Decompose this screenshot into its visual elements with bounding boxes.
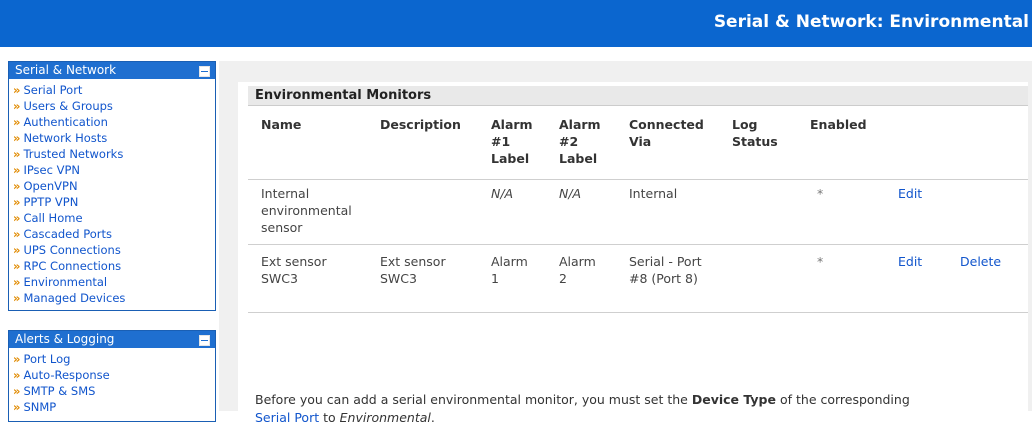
- cell-description: Ext sensor SWC3: [380, 254, 446, 286]
- double-chevron-right-icon: »: [13, 243, 21, 257]
- sidebar-item-ups-connections[interactable]: » UPS Connections: [13, 242, 215, 258]
- column-header-alarm1: Alarm #1 Label: [491, 117, 533, 166]
- nav-section-header[interactable]: Alerts & Logging: [9, 331, 215, 348]
- double-chevron-right-icon: »: [13, 259, 21, 273]
- sidebar-item-call-home[interactable]: » Call Home: [13, 210, 215, 226]
- collapse-icon[interactable]: [199, 335, 210, 346]
- double-chevron-right-icon: »: [13, 163, 21, 177]
- column-header-log-status: Log Status: [732, 117, 778, 149]
- row-divider: [248, 179, 1028, 180]
- double-chevron-right-icon: »: [13, 99, 21, 113]
- cell-alarm1: Alarm 1: [491, 254, 528, 286]
- nav-section-title: Alerts & Logging: [15, 332, 115, 346]
- sidebar-item-port-log[interactable]: » Port Log: [13, 351, 215, 367]
- help-note: Before you can add a serial environmenta…: [255, 392, 910, 425]
- column-header-connected-via: Connected Via: [629, 117, 704, 149]
- sidebar-item-network-hosts[interactable]: » Network Hosts: [13, 130, 215, 146]
- row-divider: [248, 244, 1028, 245]
- double-chevron-right-icon: »: [13, 115, 21, 129]
- nav-section-title: Serial & Network: [15, 63, 117, 77]
- double-chevron-right-icon: »: [13, 131, 21, 145]
- row-divider: [248, 312, 1028, 313]
- edit-link[interactable]: Edit: [898, 253, 922, 270]
- sidebar-item-auto-response[interactable]: » Auto-Response: [13, 367, 215, 383]
- content-panel: Environmental Monitors Name Description …: [238, 82, 1028, 425]
- serial-port-link[interactable]: Serial Port: [255, 410, 319, 425]
- sidebar-item-openvpn[interactable]: » OpenVPN: [13, 178, 215, 194]
- sidebar-item-trusted-networks[interactable]: » Trusted Networks: [13, 146, 215, 162]
- column-header-name: Name: [261, 117, 302, 132]
- nav-section-serial-network: Serial & Network » Serial Port » Users & G…: [8, 61, 216, 311]
- nav-list: » Port Log » Auto-Response » SMTP & SMS » SN…: [9, 348, 215, 419]
- cell-alarm2: N/A: [559, 186, 582, 201]
- column-header-description: Description: [380, 117, 461, 132]
- cell-alarm1: N/A: [491, 186, 514, 201]
- edit-link[interactable]: Edit: [898, 185, 922, 202]
- column-header-alarm2: Alarm #2 Label: [559, 117, 601, 166]
- cell-alarm2: Alarm 2: [559, 254, 596, 286]
- double-chevron-right-icon: »: [13, 195, 21, 209]
- double-chevron-right-icon: »: [13, 275, 21, 289]
- delete-link[interactable]: Delete: [960, 253, 1001, 270]
- content-frame: Environmental Monitors Name Description …: [219, 61, 1032, 425]
- sidebar-item-users-groups[interactable]: » Users & Groups: [13, 98, 215, 114]
- sidebar-item-smtp-sms[interactable]: » SMTP & SMS: [13, 383, 215, 399]
- sidebar-item-pptp-vpn[interactable]: » PPTP VPN: [13, 194, 215, 210]
- cell-name: Ext sensor SWC3: [261, 254, 327, 286]
- page-title: Serial & Network: Environmental: [713, 12, 1029, 32]
- sidebar-item-environmental[interactable]: » Environmental: [13, 274, 215, 290]
- sidebar-item-cascaded-ports[interactable]: » Cascaded Ports: [13, 226, 215, 242]
- sidebar-item-ipsec-vpn[interactable]: » IPsec VPN: [13, 162, 215, 178]
- cell-name: Internal environmental sensor: [261, 186, 352, 235]
- environmental-label: Environmental: [339, 410, 431, 425]
- double-chevron-right-icon: »: [13, 368, 21, 382]
- cell-enabled: *: [817, 254, 824, 269]
- sidebar-item-snmp[interactable]: » SNMP: [13, 399, 215, 415]
- nav-list: » Serial Port » Users & Groups » Authentica…: [9, 79, 215, 310]
- double-chevron-right-icon: »: [13, 400, 21, 414]
- double-chevron-right-icon: »: [13, 227, 21, 241]
- cell-connected-via: Serial - Port #8 (Port 8): [629, 254, 702, 286]
- double-chevron-right-icon: »: [13, 291, 21, 305]
- double-chevron-right-icon: »: [13, 211, 21, 225]
- sidebar-item-authentication[interactable]: » Authentication: [13, 114, 215, 130]
- collapse-icon[interactable]: [199, 66, 210, 77]
- cell-connected-via: Internal: [629, 186, 678, 201]
- device-type-label: Device Type: [691, 392, 776, 407]
- sidebar-item-rpc-connections[interactable]: » RPC Connections: [13, 258, 215, 274]
- double-chevron-right-icon: »: [13, 147, 21, 161]
- nav-section-alerts-logging: Alerts & Logging » Port Log » Auto-Respons…: [8, 330, 216, 422]
- sidebar-item-serial-port[interactable]: » Serial Port: [13, 82, 215, 98]
- section-header: Environmental Monitors: [248, 86, 1028, 106]
- nav-section-header[interactable]: Serial & Network: [9, 62, 215, 79]
- cell-enabled: *: [817, 186, 824, 201]
- double-chevron-right-icon: »: [13, 384, 21, 398]
- double-chevron-right-icon: »: [13, 83, 21, 97]
- double-chevron-right-icon: »: [13, 179, 21, 193]
- column-header-enabled: Enabled: [810, 117, 867, 132]
- top-header-bar: Serial & Network: Environmental: [0, 0, 1032, 47]
- double-chevron-right-icon: »: [13, 352, 21, 366]
- sidebar-item-managed-devices[interactable]: » Managed Devices: [13, 290, 215, 306]
